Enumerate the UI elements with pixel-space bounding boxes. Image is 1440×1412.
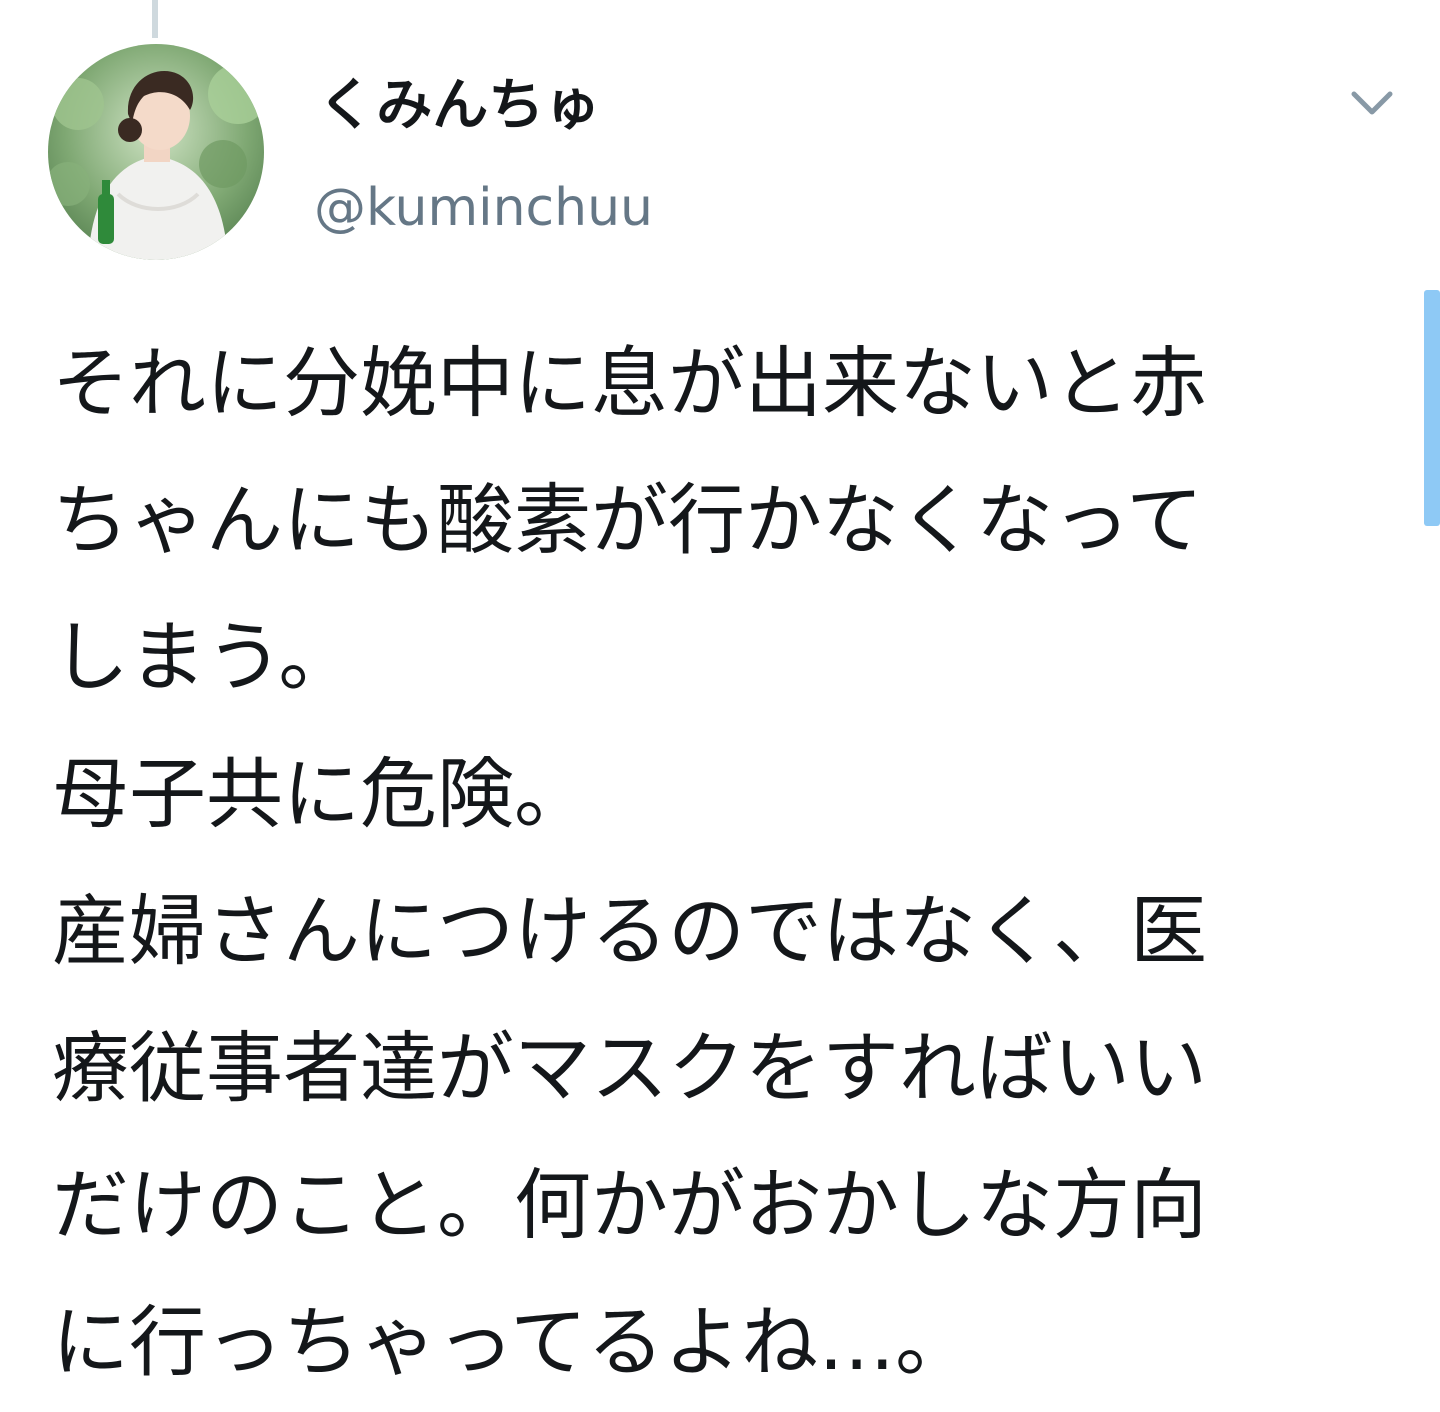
tweet-text-line: に行っちゃってるよね…。 — [52, 1299, 973, 1388]
tweet-menu-button[interactable] — [1346, 84, 1398, 124]
tweet-text-line: 療従事者達がマスクをすればいい — [52, 1025, 1207, 1114]
chevron-down-icon — [1351, 91, 1393, 115]
tweet-text-line: だけのこと。何かがおかしな方向 — [52, 1162, 1207, 1251]
tweet-text-line: それに分娩中に息が出来ないと赤 — [52, 340, 1207, 429]
tweet-text-line: 母子共に危険。 — [52, 751, 591, 840]
thread-connector-line — [152, 0, 158, 38]
tweet-text: それに分娩中に息が出来ないと赤 ちゃんにも酸素が行かなくなって しまう。 母子共… — [52, 316, 1382, 1412]
tweet-text-line: 産婦さんにつけるのではなく、医 — [52, 888, 1207, 977]
author-display-name[interactable]: くみんちゅ — [318, 72, 600, 140]
tweet-text-line: ちゃんにも酸素が行かなくなって — [52, 477, 1204, 566]
scroll-indicator — [1424, 290, 1440, 526]
avatar[interactable] — [48, 44, 264, 260]
author-handle[interactable]: @kuminchuu — [314, 176, 653, 240]
tweet-text-line: しまう。 — [52, 614, 356, 703]
profile-photo-icon — [48, 44, 264, 260]
